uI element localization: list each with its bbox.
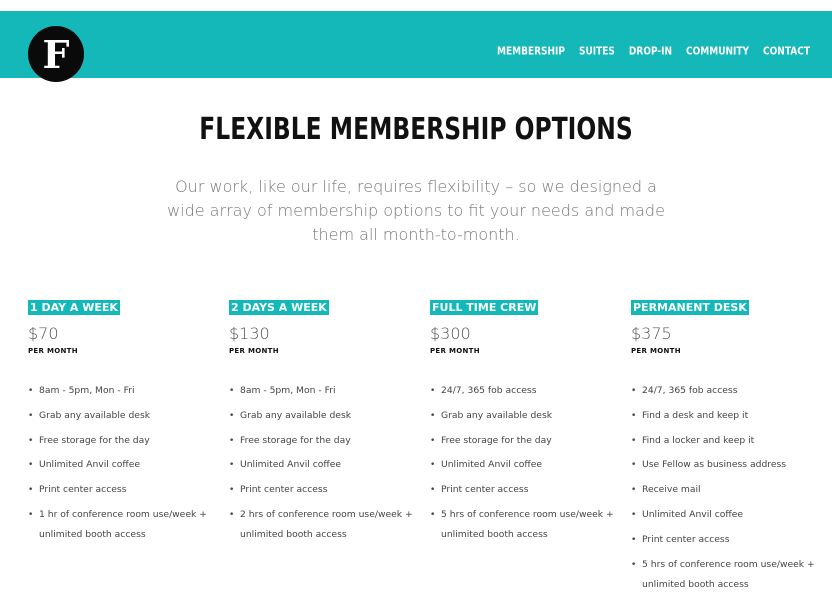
main-nav: MEMBERSHIP SUITES DROP-IN COMMUNITY CONT… — [497, 46, 810, 58]
nav-contact[interactable]: CONTACT — [763, 46, 810, 58]
feature-item: 1 hr of conference room use/week + unlim… — [28, 505, 219, 545]
feature-item: Print center access — [631, 530, 821, 550]
plan-name: FULL TIME CREW — [430, 300, 539, 315]
plan-permanent-desk: PERMANENT DESK $375 PER MONTH 24/7, 365 … — [631, 296, 821, 599]
plan-price: $300 — [430, 324, 471, 343]
feature-item: Unlimited Anvil coffee — [631, 505, 821, 525]
feature-item: Free storage for the day — [430, 431, 620, 451]
logo-letter: F — [42, 32, 70, 77]
feature-item: Find a desk and keep it — [631, 406, 821, 426]
page-title: FLEXIBLE MEMBERSHIP OPTIONS — [199, 112, 633, 147]
feature-list: 8am - 5pm, Mon - Fri Grab any available … — [229, 381, 419, 545]
nav-community[interactable]: COMMUNITY — [686, 46, 749, 58]
feature-item: 8am - 5pm, Mon - Fri — [28, 381, 218, 401]
nav-membership[interactable]: MEMBERSHIP — [497, 46, 565, 58]
plan-name: 2 DAYS A WEEK — [229, 300, 329, 315]
plan-name: 1 DAY A WEEK — [28, 300, 120, 315]
feature-item: Unlimited Anvil coffee — [229, 455, 419, 475]
feature-item: Free storage for the day — [229, 431, 419, 451]
feature-list: 24/7, 365 fob access Find a desk and kee… — [631, 381, 821, 595]
feature-item: Unlimited Anvil coffee — [28, 455, 218, 475]
feature-item: Use Fellow as business address — [631, 455, 821, 475]
feature-item: Print center access — [430, 480, 620, 500]
feature-item: Grab any available desk — [28, 406, 218, 426]
plan-name: PERMANENT DESK — [631, 300, 749, 315]
plan-period: PER MONTH — [631, 347, 681, 355]
plan-period: PER MONTH — [28, 347, 78, 355]
feature-item: 8am - 5pm, Mon - Fri — [229, 381, 419, 401]
plan-full-time: FULL TIME CREW $300 PER MONTH 24/7, 365 … — [430, 296, 620, 550]
plan-period: PER MONTH — [430, 347, 480, 355]
plan-price: $375 — [631, 324, 672, 343]
feature-item: Receive mail — [631, 480, 821, 500]
feature-item: 24/7, 365 fob access — [631, 381, 821, 401]
plan-price: $70 — [28, 324, 59, 343]
site-header: F MEMBERSHIP SUITES DROP-IN COMMUNITY CO… — [0, 11, 832, 82]
feature-item: Print center access — [229, 480, 419, 500]
feature-item: Find a locker and keep it — [631, 431, 821, 451]
feature-item: Free storage for the day — [28, 431, 218, 451]
plan-period: PER MONTH — [229, 347, 279, 355]
feature-item: Grab any available desk — [229, 406, 419, 426]
logo[interactable]: F — [28, 26, 84, 82]
plan-1-day: 1 DAY A WEEK $70 PER MONTH 8am - 5pm, Mo… — [28, 296, 218, 550]
page-subtitle: Our work, like our life, requires flexib… — [167, 177, 665, 244]
nav-drop-in[interactable]: DROP-IN — [629, 46, 672, 58]
plan-2-days: 2 DAYS A WEEK $130 PER MONTH 8am - 5pm, … — [229, 296, 419, 550]
feature-item: Grab any available desk — [430, 406, 620, 426]
feature-list: 8am - 5pm, Mon - Fri Grab any available … — [28, 381, 218, 545]
feature-item: Print center access — [28, 480, 218, 500]
plan-price: $130 — [229, 324, 270, 343]
feature-item: Unlimited Anvil coffee — [430, 455, 620, 475]
nav-suites[interactable]: SUITES — [579, 46, 615, 58]
feature-item: 2 hrs of conference room use/week + unli… — [229, 505, 422, 545]
feature-item: 5 hrs of conference room use/week + unli… — [631, 555, 824, 595]
feature-list: 24/7, 365 fob access Grab any available … — [430, 381, 620, 545]
feature-item: 5 hrs of conference room use/week + unli… — [430, 505, 623, 545]
feature-item: 24/7, 365 fob access — [430, 381, 620, 401]
